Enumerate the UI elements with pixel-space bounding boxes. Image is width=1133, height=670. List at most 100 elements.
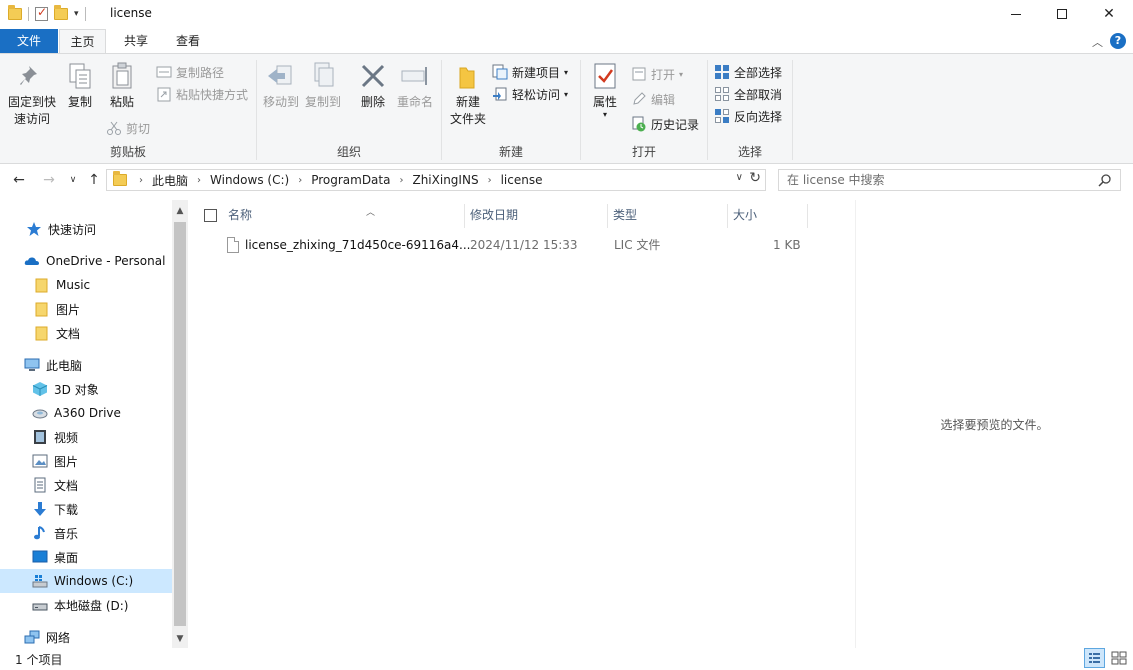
details-view-button[interactable]	[1084, 648, 1105, 668]
pin-quick-access-button[interactable]: 固定到快 速访问	[4, 60, 60, 128]
close-button[interactable]: ✕	[1086, 0, 1132, 28]
sidebar-item-desktop[interactable]: 桌面	[0, 545, 172, 569]
breadcrumb-license[interactable]: license	[498, 173, 546, 187]
copy-to-button[interactable]: 复制到	[303, 60, 343, 111]
copy-path-button[interactable]: 复制路径	[156, 62, 224, 82]
chevron-right-icon: ›	[487, 174, 492, 186]
new-item-button[interactable]: 新建项目 ▾	[492, 62, 568, 82]
scrollbar-thumb[interactable]	[174, 222, 186, 626]
sidebar-item-a360-drive[interactable]: A360 Drive	[0, 401, 172, 425]
move-to-button[interactable]: 移动到	[261, 60, 301, 111]
folder-icon	[34, 301, 50, 317]
divider[interactable]	[607, 204, 608, 228]
sidebar-scrollbar[interactable]: ▲ ▼	[172, 200, 188, 650]
properties-label: 属性	[592, 95, 617, 109]
recent-locations-button[interactable]: ∨	[64, 170, 82, 190]
edit-pencil-icon	[631, 91, 647, 107]
sidebar-item-this-pc[interactable]: 此电脑	[0, 353, 172, 377]
tab-share[interactable]: 共享	[113, 29, 159, 53]
star-icon	[26, 221, 42, 237]
paste-shortcut-button[interactable]: 粘贴快捷方式	[156, 84, 248, 104]
large-icons-view-button[interactable]	[1108, 648, 1129, 668]
sidebar-item-music[interactable]: 音乐	[0, 521, 172, 545]
search-icon[interactable]	[1098, 173, 1112, 187]
back-button[interactable]: ←	[10, 170, 28, 190]
tab-file[interactable]: 文件	[0, 29, 58, 53]
sidebar-item-label: Music	[56, 278, 91, 292]
column-header-name[interactable]: ︿ 名称	[228, 204, 462, 230]
scroll-down-icon[interactable]: ▼	[172, 630, 188, 648]
divider[interactable]	[807, 204, 808, 228]
forward-button[interactable]: →	[40, 170, 58, 190]
sidebar-item-quick-access[interactable]: 快速访问	[0, 217, 172, 241]
help-icon[interactable]: ?	[1110, 33, 1126, 49]
column-header-date[interactable]: 修改日期	[470, 204, 606, 230]
breadcrumb-this-pc[interactable]: 此电脑	[149, 172, 191, 189]
tab-home[interactable]: 主页	[59, 29, 106, 53]
sidebar-item-local-disk-d[interactable]: 本地磁盘 (D:)	[0, 593, 172, 617]
address-bar[interactable]: › 此电脑 › Windows (C:) › ProgramData › Zhi…	[106, 169, 766, 191]
address-history-dropdown[interactable]: ∨	[736, 172, 743, 183]
open-label: 打开	[651, 67, 676, 82]
tab-view[interactable]: 查看	[165, 29, 211, 53]
download-icon	[32, 501, 48, 517]
file-row[interactable]: license_zhixing_71d450ce-69116a4... 2024…	[190, 233, 855, 257]
ribbon: 固定到快 速访问 复制 粘贴 复制路径 粘贴快捷方式 剪切 剪贴板 移动到 复制…	[0, 53, 1133, 164]
rename-button[interactable]: 重命名	[393, 60, 437, 111]
new-folder-qat-icon[interactable]	[54, 5, 68, 20]
pin-label-2: 速访问	[13, 112, 50, 126]
divider[interactable]	[464, 204, 465, 228]
chevron-down-icon: ∨	[69, 175, 77, 185]
sidebar-item-onedrive-documents[interactable]: 文档	[0, 321, 172, 345]
sidebar-item-onedrive-pictures[interactable]: 图片	[0, 297, 172, 321]
sidebar-item-windows-c[interactable]: Windows (C:)	[0, 569, 172, 593]
minimize-button[interactable]	[993, 0, 1039, 28]
easy-access-button[interactable]: 轻松访问 ▾	[492, 84, 568, 104]
maximize-icon	[1057, 9, 1067, 19]
history-button[interactable]: 历史记录	[631, 114, 699, 134]
maximize-button[interactable]	[1039, 0, 1085, 28]
sidebar-item-videos[interactable]: 视频	[0, 425, 172, 449]
divider[interactable]	[727, 204, 728, 228]
new-folder-label-2: 文件夹	[449, 112, 486, 126]
properties-button[interactable]: 属性 ▾	[585, 60, 625, 119]
sidebar-item-downloads[interactable]: 下载	[0, 497, 172, 521]
select-all-checkbox[interactable]	[204, 209, 217, 222]
sidebar-item-onedrive[interactable]: OneDrive - Personal	[0, 249, 172, 273]
breadcrumb-programdata[interactable]: ProgramData	[308, 173, 393, 187]
scroll-up-icon[interactable]: ▲	[172, 202, 188, 220]
breadcrumb-zhixingins[interactable]: ZhiXingINS	[409, 173, 481, 187]
open-button[interactable]: 打开 ▾	[631, 64, 683, 84]
up-button[interactable]: ↑	[85, 170, 103, 190]
drive-icon	[32, 405, 48, 421]
sidebar-item-network[interactable]: 网络	[0, 625, 172, 649]
paste-button[interactable]: 粘贴	[104, 60, 140, 111]
sidebar-item-label: 文档	[56, 326, 81, 341]
invert-selection-button[interactable]: 反向选择	[714, 106, 782, 126]
refresh-icon[interactable]: ↻	[749, 170, 761, 186]
select-none-button[interactable]: 全部取消	[714, 84, 782, 104]
customize-qat-icon[interactable]: ▾	[74, 9, 79, 19]
delete-button[interactable]: 删除	[355, 60, 391, 111]
select-all-label: 全部选择	[734, 65, 783, 80]
breadcrumb-windows-c[interactable]: Windows (C:)	[207, 173, 292, 187]
sidebar-item-music-folder[interactable]: Music	[0, 273, 172, 297]
sidebar-item-3d-objects[interactable]: 3D 对象	[0, 377, 172, 401]
column-header-size[interactable]: 大小	[733, 204, 805, 230]
new-folder-button[interactable]: 新建 文件夹	[448, 60, 488, 128]
select-all-button[interactable]: 全部选择	[714, 62, 782, 82]
select-group: 全部选择 全部取消 反向选择 选择	[708, 54, 792, 164]
column-header-type[interactable]: 类型	[613, 204, 725, 230]
paste-label: 粘贴	[109, 95, 134, 109]
cut-button[interactable]: 剪切	[106, 118, 150, 138]
edit-button[interactable]: 编辑	[631, 89, 675, 109]
network-icon	[24, 629, 40, 645]
properties-qat-icon[interactable]	[35, 5, 48, 21]
copy-button[interactable]: 复制	[62, 60, 98, 111]
sidebar-item-pictures[interactable]: 图片	[0, 449, 172, 473]
file-name[interactable]: license_zhixing_71d450ce-69116a4...	[245, 233, 471, 257]
search-input[interactable]: 在 license 中搜索	[778, 169, 1121, 191]
file-size: 1 KB	[773, 238, 801, 252]
sidebar-item-documents[interactable]: 文档	[0, 473, 172, 497]
minimize-ribbon-icon[interactable]: ︿	[1092, 34, 1103, 50]
